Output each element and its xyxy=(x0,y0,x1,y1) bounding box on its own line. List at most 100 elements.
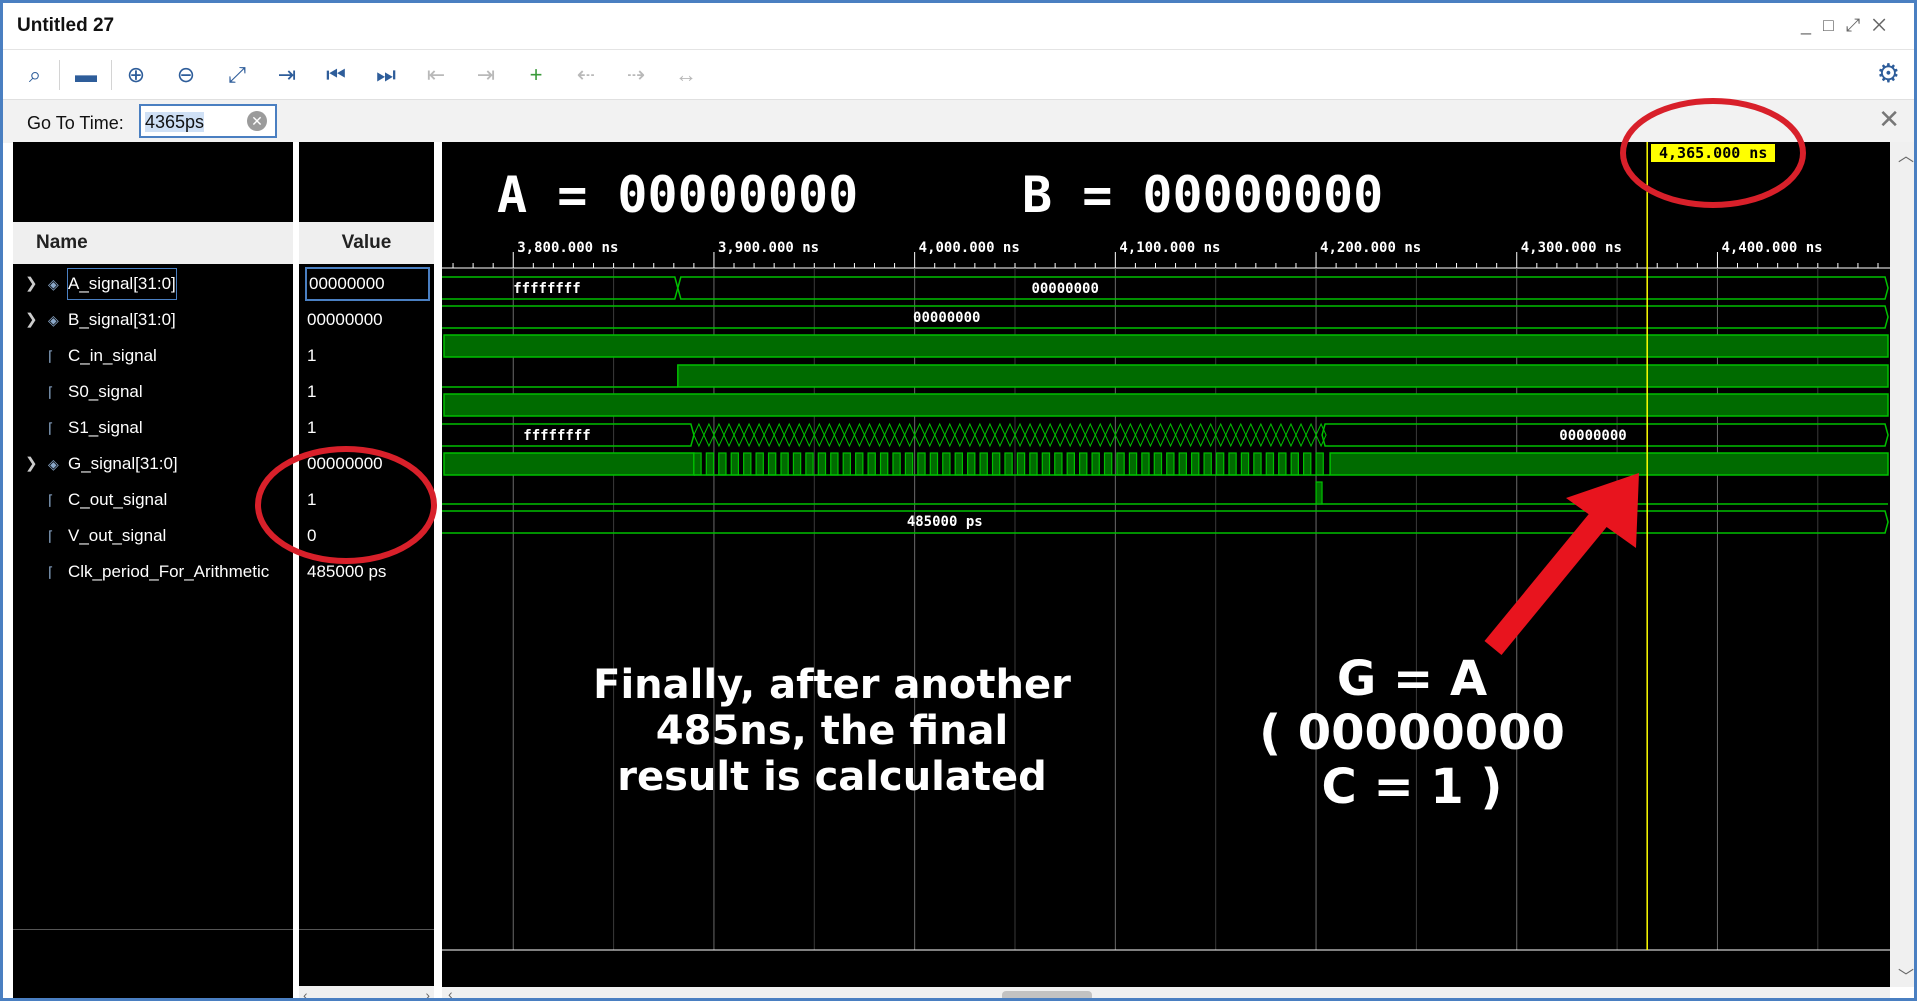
waveform-area[interactable]: 3,800.000 ns 3,900.000 ns 4,000.000 ns 4,10… xyxy=(442,142,1890,987)
search-icon[interactable]: ⌕ xyxy=(20,60,50,90)
signal-row-b[interactable]: ❯ ◈ B_signal[31:0] xyxy=(13,305,293,335)
zoom-out-icon[interactable]: ⊖ xyxy=(171,60,201,90)
wave-g-glitch xyxy=(833,422,845,448)
cursor-time-label[interactable]: 4,365.000 ns xyxy=(1651,144,1776,162)
toolbar-divider xyxy=(59,60,60,90)
wave-clk-period-label: 485000 ps xyxy=(907,514,983,530)
value-column-header[interactable]: Value xyxy=(299,222,434,264)
wave-c-out-pulse xyxy=(718,452,727,476)
signal-row-c-in[interactable]: ⌈ C_in_signal xyxy=(13,341,293,371)
previous-marker-icon[interactable]: ⇠ xyxy=(571,60,601,90)
wave-v-out-pulse xyxy=(1315,481,1323,505)
signal-value: 0 xyxy=(307,526,317,545)
panel-splitter[interactable] xyxy=(434,142,442,998)
timeline-tick-label: 4,000.000 ns xyxy=(919,240,1020,256)
wave-g-glitch xyxy=(1094,422,1106,448)
wave-g-glitch xyxy=(1205,422,1217,448)
go-to-time-input[interactable]: 4365ps ✕ xyxy=(139,104,277,138)
wave-g-glitch xyxy=(884,422,896,448)
zoom-in-icon[interactable]: ⊕ xyxy=(121,60,151,90)
wave-c-out-pulse xyxy=(1253,452,1262,476)
next-transition-icon[interactable]: ⇥ xyxy=(471,60,501,90)
next-marker-icon[interactable]: ⇢ xyxy=(621,60,651,90)
value-scrollbar[interactable]: ‹ › xyxy=(299,986,434,998)
wave-g-glitch xyxy=(693,422,705,448)
float-icon[interactable]: ⤢ xyxy=(1846,15,1872,35)
zoom-fit-icon[interactable]: ⤢ xyxy=(222,60,252,90)
wave-c-out-pulse xyxy=(730,452,740,476)
wave-g-glitch xyxy=(1295,422,1307,448)
signal-row-a[interactable]: ❯ ◈ A_signal[31:0] xyxy=(13,268,293,300)
add-marker-icon[interactable]: + xyxy=(521,60,551,90)
wave-c-out-pulse xyxy=(855,452,864,476)
wave-b-bus xyxy=(442,305,1889,329)
minimize-icon[interactable]: _ xyxy=(1801,15,1823,35)
wave-c-out-pulse xyxy=(767,452,777,476)
vertical-scrollbar[interactable]: ︿ ﹀ xyxy=(1890,142,1914,987)
signal-value: 485000 ps xyxy=(307,562,387,581)
go-to-cursor-icon[interactable]: ⇥ xyxy=(272,60,302,90)
wave-c-in xyxy=(443,334,1889,358)
wave-g-glitch xyxy=(1255,422,1267,448)
timeline-tick-label: 4,300.000 ns xyxy=(1521,240,1622,256)
wave-c-out-pulse xyxy=(817,452,827,476)
signal-name: C_in_signal xyxy=(68,346,157,365)
annotation-note: Finally, after another 485ns, the final … xyxy=(562,662,1102,800)
wave-c-out-pulse xyxy=(1215,452,1225,476)
signal-row-v-out[interactable]: ⌈ V_out_signal xyxy=(13,521,293,551)
toolbar-divider xyxy=(111,60,112,90)
clear-input-icon[interactable]: ✕ xyxy=(247,111,267,131)
expand-chevron-icon[interactable]: ❯ xyxy=(25,269,38,299)
swap-cursors-icon[interactable]: ↔ xyxy=(671,60,701,90)
annotation-note-line: result is calculated xyxy=(617,754,1047,800)
timeline-tick-label: 4,100.000 ns xyxy=(1119,240,1220,256)
wave-g-glitch xyxy=(1165,422,1177,448)
wave-c-out-pulse xyxy=(805,452,814,476)
wave-g-glitch xyxy=(803,422,815,448)
settings-gear-icon[interactable]: ⚙ xyxy=(1877,58,1900,89)
wave-g-glitch xyxy=(1195,422,1207,448)
signal-row-c-out[interactable]: ⌈ C_out_signal xyxy=(13,485,293,515)
wave-g-glitch xyxy=(713,422,725,448)
signal-name: Clk_period_For_Arithmetic xyxy=(68,562,270,581)
wave-g-glitch xyxy=(964,422,976,448)
scrollbar-thumb[interactable] xyxy=(1002,991,1092,998)
wave-g-label-before: ffffffff xyxy=(523,428,590,444)
name-column-header[interactable]: Name xyxy=(13,222,293,264)
expand-chevron-icon[interactable]: ❯ xyxy=(25,449,38,479)
go-to-time-value: 4365ps xyxy=(145,112,205,132)
signal-name: C_out_signal xyxy=(68,490,168,509)
expand-chevron-icon[interactable]: ❯ xyxy=(25,305,38,335)
wave-g-glitch xyxy=(1114,422,1126,448)
wave-c-out-pulse xyxy=(1066,452,1076,476)
restore-icon[interactable]: □ xyxy=(1823,15,1846,35)
signal-row-clk-period[interactable]: ⌈ Clk_period_For_Arithmetic xyxy=(13,557,293,587)
signal-row-s0[interactable]: ⌈ S0_signal xyxy=(13,377,293,407)
wave-g-glitch xyxy=(843,422,855,448)
previous-transition-icon[interactable]: ⇤ xyxy=(421,60,451,90)
close-goto-bar-icon[interactable]: ✕ xyxy=(1878,104,1900,135)
window-title: Untitled 27 xyxy=(17,15,115,36)
annotation-result: G = A ( 00000000 C = 1 ) xyxy=(1202,652,1622,814)
wave-c-out-pulse xyxy=(1079,452,1088,476)
wave-g-glitch xyxy=(994,422,1006,448)
go-to-last-time-icon[interactable]: ⏭ xyxy=(371,60,401,90)
wave-g-glitch xyxy=(934,422,946,448)
wave-g-glitch xyxy=(793,422,805,448)
wave-c-out-pulse xyxy=(1265,452,1275,476)
annotation-a-value: A = 00000000 xyxy=(497,166,859,224)
signal-row-g[interactable]: ❯ ◈ G_signal[31:0] xyxy=(13,449,293,479)
wave-g-glitch xyxy=(974,422,986,448)
wave-c-out-pulse xyxy=(991,452,1001,476)
close-icon[interactable]: ✕ xyxy=(1872,15,1898,35)
go-to-time-zero-icon[interactable]: ⏮ xyxy=(321,60,351,90)
wave-g-glitch xyxy=(954,422,966,448)
wire-icon: ⌈ xyxy=(48,564,54,580)
horizontal-scrollbar[interactable]: ‹ xyxy=(442,986,1890,998)
signal-row-s1[interactable]: ⌈ S1_signal xyxy=(13,413,293,443)
save-icon[interactable]: ▬ xyxy=(71,60,101,90)
bus-icon: ◈ xyxy=(48,276,59,292)
wave-g-glitch xyxy=(753,422,765,448)
wire-icon: ⌈ xyxy=(48,420,54,436)
wave-g-glitch xyxy=(1265,422,1277,448)
